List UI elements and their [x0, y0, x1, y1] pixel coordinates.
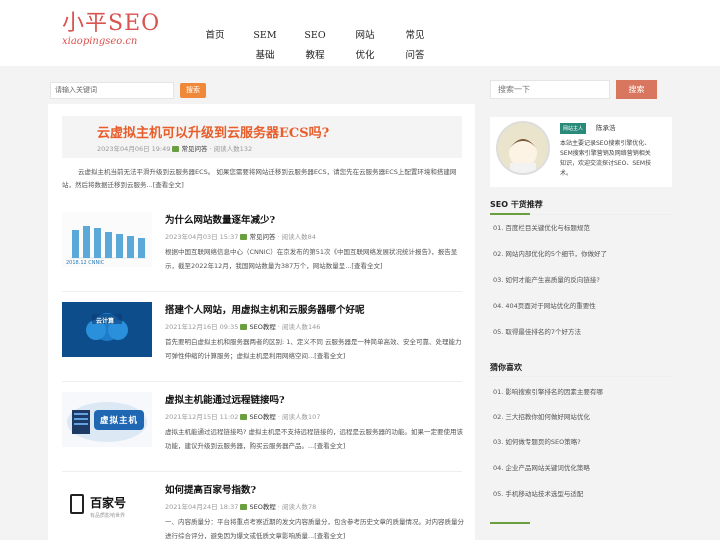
- tag-icon: [240, 414, 248, 420]
- section-title: 猜你喜欢: [490, 363, 522, 372]
- post-meta: 2021年04月24日 18:37 SEO教程 · 阅读人数78: [165, 503, 317, 511]
- list-item[interactable]: 04. 企业产品网站关键词优化策略: [493, 462, 590, 472]
- list-item[interactable]: 03. 如何才能产生高质量的反向链接?: [493, 274, 600, 284]
- thumb-subcaption: 有品质影响世界: [90, 513, 126, 519]
- nav-item-seo[interactable]: SEO 教程: [290, 26, 340, 66]
- avatar-illustration-icon: [498, 123, 548, 173]
- post-meta: 2021年12月15日 11:02 SEO教程 · 阅读人数107: [165, 413, 321, 421]
- post-item: 2018.12 CNNIC 为什么网站数量逐年减少? 2023年04月03日 1…: [62, 212, 462, 292]
- tag-icon: [240, 324, 248, 330]
- cloud-icon: [62, 302, 152, 357]
- list-item[interactable]: 04. 404页面对于网站优化的重要性: [493, 300, 596, 310]
- nav-item-site[interactable]: 网站 优化: [340, 26, 390, 66]
- post-item: 百家号 有品质影响世界 如何提高百家号指数? 2021年04月24日 18:37…: [62, 482, 464, 540]
- post-thumbnail[interactable]: 2018.12 CNNIC: [62, 212, 152, 267]
- search-button[interactable]: 搜索: [180, 83, 206, 98]
- post-thumbnail[interactable]: 云计算: [62, 302, 152, 357]
- section-underline: [490, 213, 530, 215]
- tag-icon: [240, 504, 248, 510]
- tag-icon: [172, 146, 180, 152]
- list-item[interactable]: 01. 百度栏目关键优化与标题规范: [493, 222, 590, 232]
- role-badge: 网站主人: [560, 123, 587, 134]
- post-excerpt: 根据中国互联网络信息中心（CNNIC）在京发布的第51次《中国互联网络发展状况统…: [165, 248, 458, 270]
- featured-post-category[interactable]: 常见问答: [181, 145, 207, 153]
- featured-post-excerpt: 云虚拟主机当前无法平滑升级到云服务器ECS。 如果您需要将网站迁移到云服务器EC…: [62, 168, 457, 189]
- post-category[interactable]: SEO教程: [249, 413, 275, 421]
- post-item: 虚拟主机 虚拟主机能通过远程链接吗? 2021年12月15日 11:02 SEO…: [62, 392, 464, 472]
- list-item[interactable]: 05. 手机移动站技术选型与适配: [493, 488, 583, 498]
- post-excerpt: 一、内容质量分：平台将重点考察近期的发文内容质量分，包含参考历史文章的质量情况。…: [165, 518, 464, 540]
- post-category[interactable]: SEO教程: [249, 323, 275, 331]
- main-nav: 首页 SEM 基础 SEO 教程 网站 优化 常见 问答: [190, 26, 440, 66]
- thumb-caption: 虚拟主机: [100, 416, 139, 426]
- nav-item-home[interactable]: 首页: [190, 26, 240, 66]
- list-item[interactable]: 02. 网站内部优化的5个细节，你做好了: [493, 248, 607, 258]
- nav-item-faq[interactable]: 常见 问答: [390, 26, 440, 66]
- avatar: [496, 121, 550, 175]
- post-category[interactable]: 常见问答: [249, 233, 275, 241]
- post-thumbnail[interactable]: 百家号 有品质影响世界: [62, 482, 152, 537]
- main-content: 云虚拟主机可以升级到云服务器ECS吗? 2023年04月06日 19:49 常见…: [48, 104, 475, 540]
- logo-main-text: 小平SEO: [62, 11, 161, 36]
- search-input[interactable]: 请输入关键词: [50, 82, 174, 99]
- baijiahao-logo-icon: [70, 494, 84, 514]
- nav-item-sem[interactable]: SEM 基础: [240, 26, 290, 66]
- featured-post-meta: 2023年04月06日 19:49 常见问答 · 阅读人数132: [97, 145, 253, 153]
- tag-icon: [240, 234, 248, 240]
- post-meta: 2021年12月16日 09:35 SEO教程 · 阅读人数146: [165, 323, 321, 331]
- featured-post: 云虚拟主机可以升级到云服务器ECS吗? 2023年04月06日 19:49 常见…: [62, 116, 462, 158]
- site-logo[interactable]: 小平SEO xiaopingseo.cn: [62, 12, 162, 54]
- list-item[interactable]: 03. 如何做专题页的SEO策略?: [493, 436, 581, 446]
- sidebar-search-input[interactable]: 搜索一下: [490, 80, 610, 99]
- thumb-caption: 云计算: [96, 318, 115, 325]
- featured-post-title[interactable]: 云虚拟主机可以升级到云服务器ECS吗?: [97, 122, 329, 141]
- divider: [490, 376, 672, 377]
- post-thumbnail[interactable]: 虚拟主机: [62, 392, 152, 447]
- profile-card: 网站主人 陈承浩 本站主要记录SEO搜索引擎优化、SEM搜索引擎营销及网络营销相…: [490, 117, 672, 187]
- dry-section-header: SEO 干货推荐: [490, 199, 672, 210]
- owner-name: 陈承浩: [596, 124, 616, 132]
- post-title[interactable]: 搭建个人网站，用虚拟主机和云服务器哪个好呢: [165, 302, 365, 316]
- post-meta: 2023年04月03日 15:37 常见问答 · 阅读人数84: [165, 233, 316, 241]
- post-category[interactable]: SEO教程: [249, 503, 275, 511]
- post-excerpt: 首先要明白虚拟主机和服务器两者的区别: 1、定义不同 云服务器是一种简单高效、安…: [165, 338, 462, 360]
- list-item[interactable]: 02. 三大招教你如何做好网站优化: [493, 411, 590, 421]
- list-item[interactable]: 05. 取得最佳排名的7个好方法: [493, 326, 581, 336]
- section-title: SEO 干货推荐: [490, 200, 543, 209]
- sidebar-search-button[interactable]: 搜索: [616, 80, 657, 99]
- post-excerpt: 虚拟主机能通过远程链接吗? 虚拟主机是不支持远程链接的，远程是云服务器的功能。如…: [165, 428, 464, 450]
- like-section-header: 猜你喜欢: [490, 362, 672, 373]
- section-underline: [490, 522, 530, 524]
- post-title[interactable]: 为什么网站数量逐年减少?: [165, 212, 275, 226]
- chart-thumb-icon: [62, 212, 152, 267]
- owner-bio: 本站主要记录SEO搜索引擎优化、SEM搜索引擎营销及网络营销相关知识，欢迎交流探…: [560, 140, 652, 177]
- post-item: 云计算 搭建个人网站，用虚拟主机和云服务器哪个好呢 2021年12月16日 09…: [62, 302, 462, 382]
- list-item[interactable]: 01. 影响搜索引擎排名的因素主要有哪: [493, 386, 603, 396]
- thumb-caption: 2018.12 CNNIC: [66, 260, 105, 266]
- site-header: 小平SEO xiaopingseo.cn 首页 SEM 基础 SEO 教程 网站 优化…: [0, 0, 720, 66]
- post-title[interactable]: 如何提高百家号指数?: [165, 482, 256, 496]
- post-title[interactable]: 虚拟主机能通过远程链接吗?: [165, 392, 285, 406]
- logo-sub-text: xiaopingseo.cn: [62, 36, 138, 47]
- thumb-caption: 百家号: [90, 496, 127, 510]
